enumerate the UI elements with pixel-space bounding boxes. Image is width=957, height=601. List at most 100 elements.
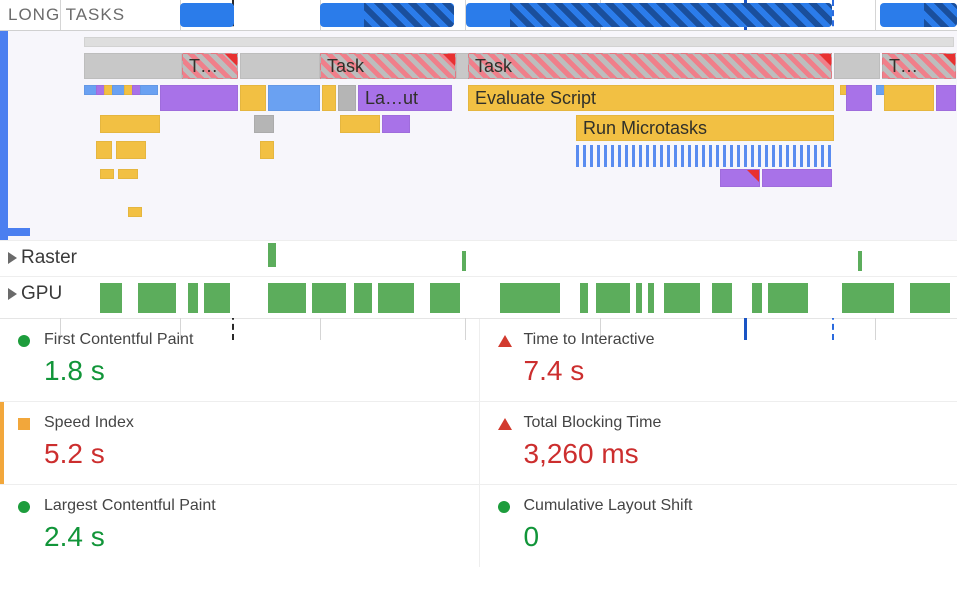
flame-segment[interactable] xyxy=(140,85,158,95)
raster-bar[interactable] xyxy=(268,243,276,267)
gpu-bar[interactable] xyxy=(648,283,654,313)
long-task[interactable] xyxy=(880,3,957,27)
gpu-bar[interactable] xyxy=(636,283,642,313)
metric-fcp[interactable]: First Contentful Paint 1.8 s xyxy=(0,319,479,401)
metric-value: 1.8 s xyxy=(44,355,459,387)
gpu-bar[interactable] xyxy=(842,283,894,313)
status-poor-icon xyxy=(498,418,512,430)
metric-label: Cumulative Layout Shift xyxy=(524,497,938,515)
gpu-bar[interactable] xyxy=(430,283,460,313)
warning-icon xyxy=(747,170,759,182)
flame-chart[interactable]: T… Task Task T… La…ut Evaluate Script xyxy=(0,30,957,240)
gpu-bar[interactable] xyxy=(712,283,732,313)
flame-segment[interactable]: La…ut xyxy=(358,85,452,111)
long-task[interactable] xyxy=(466,3,832,27)
flame-segment[interactable]: Evaluate Script xyxy=(468,85,834,111)
flame-segment[interactable] xyxy=(720,169,760,187)
chevron-right-icon[interactable] xyxy=(8,288,17,300)
task-bar[interactable]: T… xyxy=(882,53,956,79)
flame-segment[interactable] xyxy=(268,85,320,111)
gpu-bar[interactable] xyxy=(268,283,306,313)
flame-segment[interactable] xyxy=(382,115,410,133)
chevron-right-icon[interactable] xyxy=(8,252,17,264)
flame-segment[interactable] xyxy=(160,85,238,111)
thread-tail xyxy=(8,228,30,236)
metric-value: 3,260 ms xyxy=(524,438,938,470)
thread-marker xyxy=(0,31,8,240)
warning-icon xyxy=(819,54,831,66)
flame-segment[interactable] xyxy=(340,115,380,133)
task-label: Task xyxy=(327,56,364,76)
status-neutral-icon xyxy=(18,418,30,430)
flame-segment[interactable] xyxy=(254,115,274,133)
gpu-bar[interactable] xyxy=(188,283,198,313)
gpu-bar[interactable] xyxy=(204,283,230,313)
metric-label: Largest Contentful Paint xyxy=(44,497,459,515)
metric-label: Time to Interactive xyxy=(524,331,938,349)
gpu-track[interactable]: GPU xyxy=(0,276,957,318)
long-tasks-row[interactable]: LONG TASKS xyxy=(0,0,957,30)
flame-segment[interactable] xyxy=(846,85,872,111)
metric-tbt[interactable]: Total Blocking Time 3,260 ms xyxy=(479,401,957,484)
flame-segment[interactable] xyxy=(936,85,956,111)
raster-bar[interactable] xyxy=(858,251,862,271)
gpu-bar[interactable] xyxy=(596,283,630,313)
metric-si[interactable]: Speed Index 5.2 s xyxy=(0,401,479,484)
flame-segment[interactable] xyxy=(116,141,146,159)
flame-label: Run Microtasks xyxy=(583,118,707,138)
overview-bar xyxy=(84,37,954,47)
flame-segment[interactable] xyxy=(762,169,832,187)
flame-label: La…ut xyxy=(365,88,418,108)
metric-tti[interactable]: Time to Interactive 7.4 s xyxy=(479,319,957,401)
flame-segment[interactable] xyxy=(884,85,934,111)
gpu-bar[interactable] xyxy=(580,283,588,313)
gpu-bar[interactable] xyxy=(910,283,950,313)
flame-label: Evaluate Script xyxy=(475,88,596,108)
track-label: GPU xyxy=(21,283,62,305)
task-bar[interactable]: Task xyxy=(320,53,456,79)
flame-segment[interactable] xyxy=(240,85,266,111)
status-good-icon xyxy=(18,335,30,347)
gpu-bar[interactable] xyxy=(354,283,372,313)
gpu-bar[interactable] xyxy=(768,283,808,313)
long-task[interactable] xyxy=(180,3,234,27)
gpu-bar[interactable] xyxy=(378,283,414,313)
flame-segment[interactable] xyxy=(322,85,336,111)
task-label: T… xyxy=(889,56,918,76)
metric-value: 0 xyxy=(524,521,938,553)
flame-segment[interactable]: Run Microtasks xyxy=(576,115,834,141)
metric-value: 5.2 s xyxy=(44,438,459,470)
flame-segment[interactable] xyxy=(100,169,114,179)
task-bar[interactable]: Task xyxy=(468,53,832,79)
metric-label: Total Blocking Time xyxy=(524,414,938,432)
flame-segment[interactable] xyxy=(118,169,138,179)
raster-bar[interactable] xyxy=(462,251,466,271)
status-good-icon xyxy=(498,501,510,513)
gpu-bar[interactable] xyxy=(312,283,346,313)
flame-segment[interactable] xyxy=(260,141,274,159)
task-bar[interactable] xyxy=(834,53,880,79)
gpu-bar[interactable] xyxy=(138,283,176,313)
microtasks-ticks xyxy=(576,145,834,167)
long-tasks-label: LONG TASKS xyxy=(8,5,125,25)
flame-segment[interactable] xyxy=(100,115,160,133)
flame-segment[interactable] xyxy=(128,207,142,217)
gpu-bar[interactable] xyxy=(100,283,122,313)
flame-segment[interactable] xyxy=(338,85,356,111)
metric-value: 7.4 s xyxy=(524,355,938,387)
task-bar[interactable] xyxy=(240,53,320,79)
metric-value: 2.4 s xyxy=(44,521,459,553)
long-task[interactable] xyxy=(320,3,454,27)
raster-track[interactable]: Raster xyxy=(0,240,957,276)
task-bar[interactable] xyxy=(84,53,182,79)
metric-lcp[interactable]: Largest Contentful Paint 2.4 s xyxy=(0,484,479,567)
metric-label: Speed Index xyxy=(44,414,459,432)
metric-label: First Contentful Paint xyxy=(44,331,459,349)
gpu-bar[interactable] xyxy=(752,283,762,313)
flame-segment[interactable] xyxy=(96,141,112,159)
task-bar[interactable]: T… xyxy=(182,53,238,79)
gpu-bar[interactable] xyxy=(664,283,700,313)
track-label: Raster xyxy=(21,247,77,269)
gpu-bar[interactable] xyxy=(500,283,560,313)
metric-cls[interactable]: Cumulative Layout Shift 0 xyxy=(479,484,957,567)
